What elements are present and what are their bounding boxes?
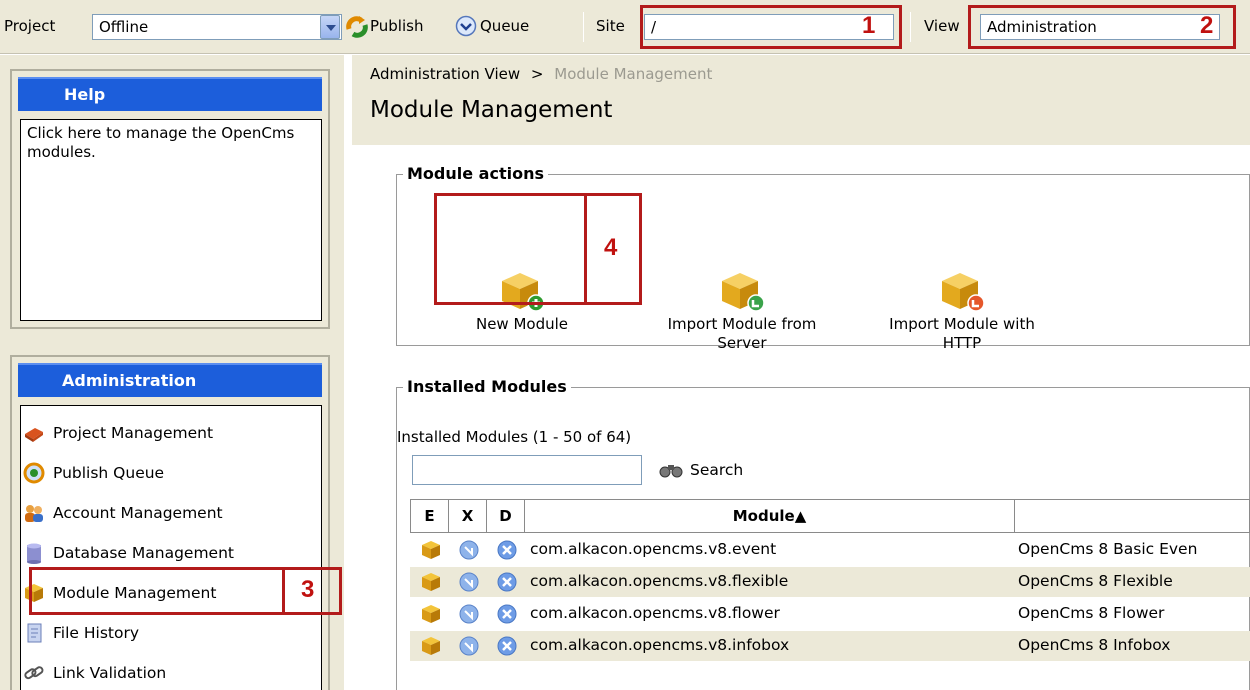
binoculars-icon <box>659 465 683 478</box>
module-delete-icon[interactable] <box>496 539 518 561</box>
callout-box-2 <box>968 5 1236 49</box>
module-nice-name: OpenCms 8 Flexible <box>1018 572 1173 590</box>
module-nice-name: OpenCms 8 Infobox <box>1018 636 1171 654</box>
import-module-from-server-button[interactable]: Import Module from Server <box>642 269 842 353</box>
search-input[interactable] <box>412 455 642 485</box>
module-edit-icon[interactable] <box>420 635 442 657</box>
import-server-label-line1: Import Module from <box>667 315 817 333</box>
menu-item-database-management[interactable]: Database Management <box>27 538 234 568</box>
breadcrumb-separator: > <box>530 65 544 83</box>
project-select[interactable]: Offline <box>92 14 342 40</box>
publish-icon[interactable] <box>345 15 369 39</box>
column-header-d[interactable]: D <box>487 500 525 532</box>
file-history-icon <box>27 623 42 643</box>
project-icon <box>25 428 43 442</box>
site-label: Site <box>596 17 625 35</box>
table-row[interactable]: com.alkacon.opencms.v8.flower OpenCms 8 … <box>410 599 1250 629</box>
module-actions-legend: Module actions <box>403 164 548 183</box>
menu-item-label: Database Management <box>53 544 234 562</box>
modules-table-header: E X D Module▲ <box>410 499 1250 533</box>
module-nice-name: OpenCms 8 Basic Even <box>1018 540 1198 558</box>
import-http-label-line1: Import Module with <box>889 315 1035 333</box>
module-name: com.alkacon.opencms.v8.event <box>530 540 777 558</box>
module-delete-icon[interactable] <box>496 571 518 593</box>
module-name: com.alkacon.opencms.v8.flexible <box>530 572 789 590</box>
menu-item-label: Publish Queue <box>53 464 165 482</box>
queue-button[interactable]: Queue <box>480 17 529 35</box>
callout-number-1: 1 <box>862 12 876 39</box>
module-export-icon[interactable] <box>458 539 480 561</box>
database-icon <box>27 543 41 564</box>
callout-number-3: 3 <box>301 576 315 603</box>
administration-panel-title: Administration <box>18 363 322 397</box>
table-row[interactable]: com.alkacon.opencms.v8.flexible OpenCms … <box>410 567 1250 597</box>
project-dropdown-arrow-icon[interactable] <box>320 15 340 39</box>
toolbar-separator <box>910 12 911 42</box>
publish-queue-icon <box>23 462 45 484</box>
module-export-icon[interactable] <box>458 571 480 593</box>
menu-item-label: Project Management <box>53 424 214 442</box>
project-select-value: Offline <box>99 18 149 36</box>
help-panel-title: Help <box>18 77 322 111</box>
menu-item-label: Account Management <box>53 504 223 522</box>
column-header-module[interactable]: Module▲ <box>525 500 1015 532</box>
queue-icon[interactable] <box>455 15 477 37</box>
search-button[interactable]: Search <box>658 457 743 483</box>
menu-item-account-management[interactable]: Account Management <box>25 498 223 528</box>
callout-box-3 <box>29 567 342 615</box>
menu-item-label: File History <box>53 624 140 642</box>
table-row[interactable]: com.alkacon.opencms.v8.infobox OpenCms 8… <box>410 631 1250 661</box>
help-panel-body: Click here to manage the OpenCms modules… <box>20 119 322 321</box>
main-area: Administration View > Module Management … <box>352 55 1250 690</box>
module-name: com.alkacon.opencms.v8.infobox <box>530 636 790 654</box>
module-export-icon[interactable] <box>458 635 480 657</box>
publish-button[interactable]: Publish <box>370 17 423 35</box>
account-icon <box>25 505 43 522</box>
installed-modules-count: Installed Modules (1 - 50 of 64) <box>397 428 632 446</box>
module-edit-icon[interactable] <box>420 603 442 625</box>
menu-item-label: Link Validation <box>53 664 167 682</box>
callout-divider-3 <box>282 567 285 615</box>
import-module-with-http-button[interactable]: Import Module with HTTP <box>862 269 1062 353</box>
administration-menu: Project Management Publish Queue Account… <box>20 405 322 690</box>
view-label: View <box>924 17 960 35</box>
callout-number-4: 4 <box>604 234 618 261</box>
callout-number-2: 2 <box>1200 12 1214 39</box>
help-text: Click here to manage the OpenCms modules… <box>27 124 295 161</box>
link-icon <box>24 666 44 680</box>
page-title: Module Management <box>370 97 613 123</box>
toolbar-separator <box>583 12 584 42</box>
module-edit-icon[interactable] <box>420 571 442 593</box>
administration-panel: Administration Project Management Publis… <box>10 355 330 690</box>
callout-divider-4 <box>584 193 587 305</box>
import-http-label-line2: HTTP <box>942 334 982 352</box>
module-delete-icon[interactable] <box>496 635 518 657</box>
breadcrumb-parent-link[interactable]: Administration View <box>370 65 520 83</box>
installed-modules-legend: Installed Modules <box>403 377 571 396</box>
menu-item-link-validation[interactable]: Link Validation <box>24 658 167 688</box>
module-name: com.alkacon.opencms.v8.flower <box>530 604 780 622</box>
new-module-label: New Module <box>475 315 569 333</box>
help-panel: Help Click here to manage the OpenCms mo… <box>10 69 330 329</box>
breadcrumb-current: Module Management <box>554 65 713 83</box>
menu-item-publish-queue[interactable]: Publish Queue <box>23 458 165 488</box>
module-nice-name: OpenCms 8 Flower <box>1018 604 1165 622</box>
module-delete-icon[interactable] <box>496 603 518 625</box>
menu-item-file-history[interactable]: File History <box>27 618 140 648</box>
search-button-label: Search <box>690 461 744 479</box>
table-row[interactable]: com.alkacon.opencms.v8.event OpenCms 8 B… <box>410 535 1250 565</box>
module-export-icon[interactable] <box>458 603 480 625</box>
column-header-e[interactable]: E <box>411 500 449 532</box>
import-http-icon <box>942 273 985 312</box>
menu-item-project-management[interactable]: Project Management <box>25 418 214 448</box>
project-label: Project <box>4 17 56 35</box>
import-server-label-line2: Server <box>717 334 767 352</box>
import-server-icon <box>722 273 765 312</box>
column-header-x[interactable]: X <box>449 500 487 532</box>
breadcrumb: Administration View > Module Management <box>370 65 712 83</box>
module-edit-icon[interactable] <box>420 539 442 561</box>
